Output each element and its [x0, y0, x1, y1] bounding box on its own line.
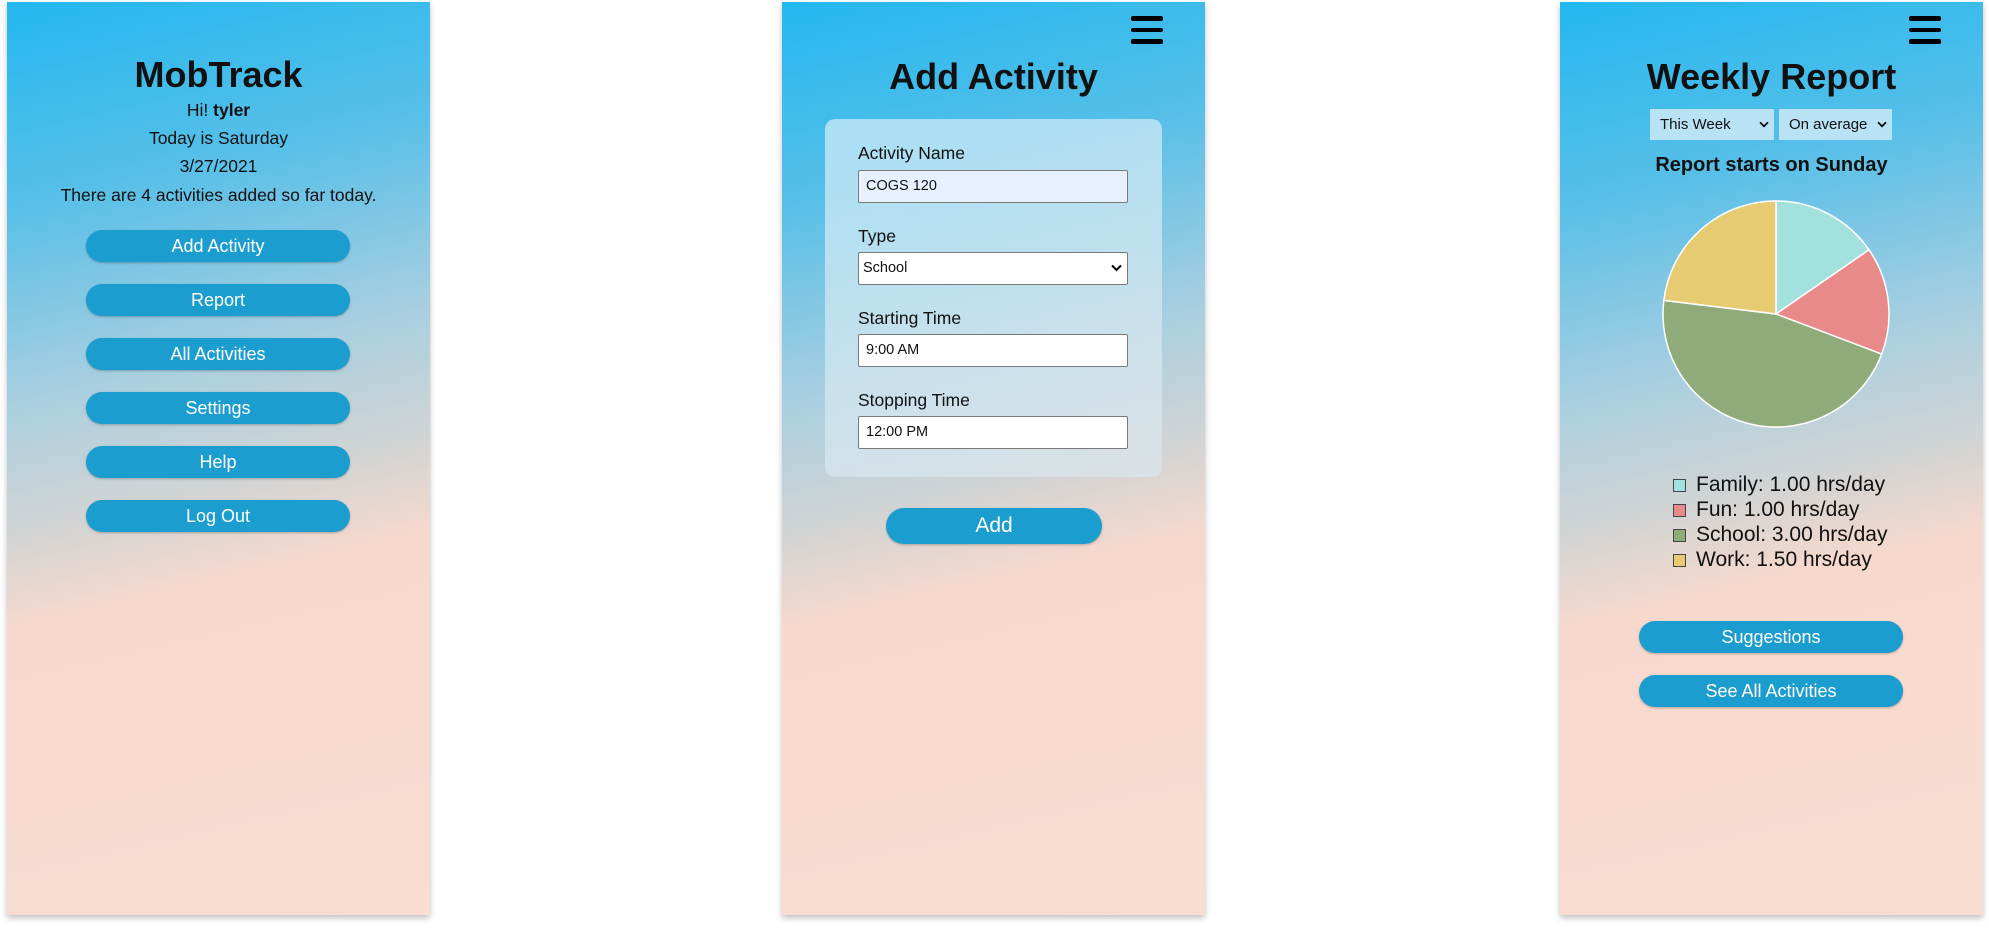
- chart-legend: Family: 1.00 hrs/day Fun: 1.00 hrs/day Sch…: [1673, 472, 1887, 572]
- legend-item-fun: Fun: 1.00 hrs/day: [1673, 497, 1887, 522]
- legend-item-school: School: 3.00 hrs/day: [1673, 522, 1887, 547]
- all-activities-button[interactable]: All Activities: [86, 338, 350, 370]
- starting-time-input[interactable]: 9:00 AM: [858, 334, 1128, 367]
- type-select[interactable]: School: [858, 252, 1128, 285]
- weekly-report-screen: Weekly Report This Week On average Repor…: [1560, 2, 1983, 915]
- help-button[interactable]: Help: [86, 446, 350, 478]
- app-title: MobTrack: [134, 54, 303, 95]
- add-button[interactable]: Add: [886, 508, 1102, 544]
- page-title: Add Activity: [889, 56, 1098, 97]
- chevron-down-icon: [1877, 121, 1887, 128]
- period-select[interactable]: This Week: [1650, 109, 1774, 140]
- legend-item-family: Family: 1.00 hrs/day: [1673, 472, 1887, 497]
- legend-label: Fun: 1.00 hrs/day: [1696, 498, 1860, 521]
- activity-pie-chart: [1662, 200, 1890, 428]
- activity-form: Activity Name COGS 120 Type School Start…: [825, 119, 1162, 477]
- add-activity-button[interactable]: Add Activity: [86, 230, 350, 262]
- suggestions-button[interactable]: Suggestions: [1639, 621, 1903, 653]
- hamburger-menu-icon[interactable]: [1131, 16, 1163, 44]
- legend-label: Work: 1.50 hrs/day: [1696, 548, 1872, 571]
- stopping-time-label: Stopping Time: [858, 390, 970, 410]
- date-text: 3/27/2021: [179, 156, 258, 176]
- pie-slice-work: [1662, 200, 1777, 315]
- legend-swatch: [1673, 529, 1686, 542]
- legend-swatch: [1673, 504, 1686, 517]
- type-select-value: School: [863, 260, 908, 276]
- activities-count-text: There are 4 activities added so far toda…: [60, 185, 377, 205]
- starting-time-label: Starting Time: [858, 308, 962, 328]
- username: tyler: [213, 100, 251, 120]
- legend-label: School: 3.00 hrs/day: [1696, 523, 1888, 546]
- add-activity-screen: Add Activity Activity Name COGS 120 Type…: [782, 2, 1205, 915]
- today-text: Today is Saturday: [148, 128, 289, 148]
- activity-name-label: Activity Name: [858, 143, 965, 163]
- activity-name-input[interactable]: COGS 120: [858, 170, 1128, 203]
- log-out-button[interactable]: Log Out: [86, 500, 350, 532]
- legend-swatch: [1673, 554, 1686, 567]
- report-button[interactable]: Report: [86, 284, 350, 316]
- chevron-down-icon: [1111, 264, 1122, 272]
- legend-label: Family: 1.00 hrs/day: [1696, 473, 1886, 496]
- hamburger-menu-icon[interactable]: [1909, 16, 1941, 44]
- mode-select[interactable]: On average: [1779, 109, 1892, 140]
- stopping-time-input[interactable]: 12:00 PM: [858, 416, 1128, 449]
- report-start-note: Report starts on Sunday: [1655, 154, 1888, 176]
- page-title: Weekly Report: [1646, 56, 1897, 97]
- chevron-down-icon: [1759, 121, 1769, 128]
- settings-button[interactable]: Settings: [86, 392, 350, 424]
- greeting: Hi! tyler: [7, 100, 430, 121]
- mode-select-value: On average: [1789, 116, 1868, 133]
- legend-item-work: Work: 1.50 hrs/day: [1673, 547, 1887, 572]
- see-all-activities-button[interactable]: See All Activities: [1639, 675, 1903, 707]
- type-label: Type: [858, 226, 896, 246]
- legend-swatch: [1673, 479, 1686, 492]
- period-select-value: This Week: [1660, 116, 1731, 133]
- home-screen: MobTrack Hi! tyler Today is Saturday 3/2…: [7, 2, 430, 915]
- greeting-prefix: Hi!: [186, 100, 214, 120]
